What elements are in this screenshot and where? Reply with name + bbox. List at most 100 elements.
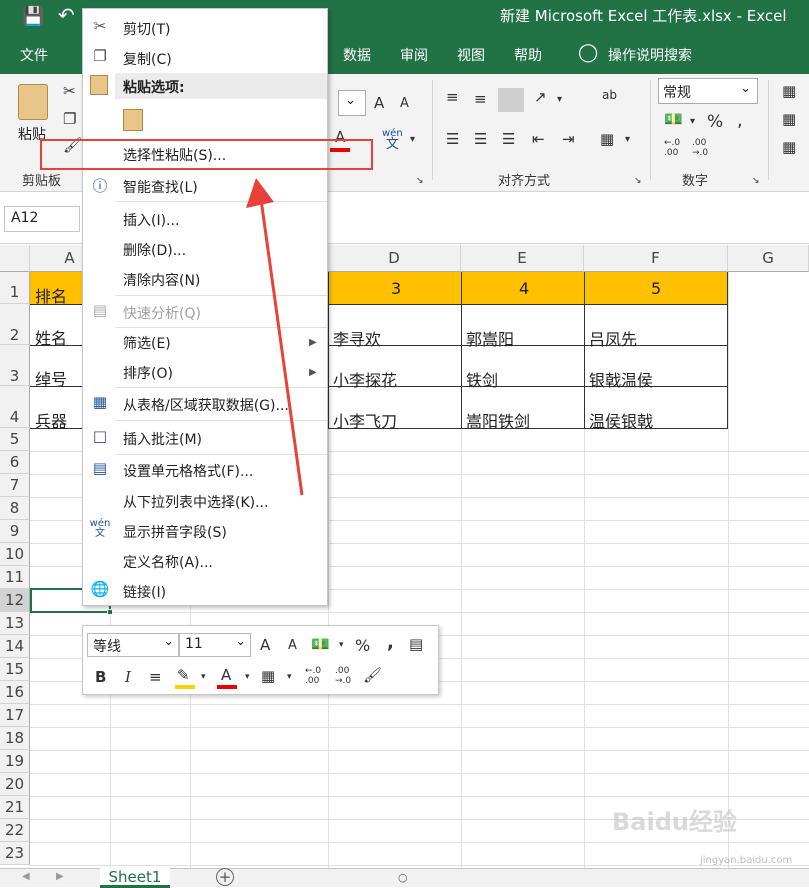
menu-item-insert-comment[interactable]: 插入批注(M) [123,429,202,449]
align-middle-icon[interactable]: ≡ [474,90,487,108]
menu-item-copy[interactable]: 复制(C) [123,49,172,69]
paste-icon[interactable] [18,84,48,120]
save-icon[interactable]: 💾 [22,6,44,27]
align-bottom-icon[interactable] [498,88,524,112]
row-header[interactable]: 12 [0,589,30,612]
menu-item-smart-lookup[interactable]: 智能查找(L) [123,177,198,197]
chevron-down-icon[interactable]: ▾ [625,134,630,145]
menu-file[interactable]: 文件 [20,45,48,65]
row-header[interactable]: 3 [0,345,30,386]
menu-review[interactable]: 审阅 [400,45,428,65]
cell-f1[interactable]: 5 [651,279,661,298]
column-header-d[interactable]: D [328,245,461,272]
conditional-format-icon[interactable]: ▦ [782,82,796,100]
row-header[interactable]: 15 [0,658,30,681]
name-box[interactable]: A12 [4,206,80,232]
menu-item-delete[interactable]: 删除(D)... [123,240,186,260]
copy-icon[interactable]: ❐ [63,110,76,128]
row-header[interactable]: 19 [0,750,30,773]
accounting-format-icon[interactable]: 💵 [311,635,330,653]
cell-d1[interactable]: 3 [391,279,401,298]
font-color-icon[interactable]: A [221,666,231,684]
row-header[interactable]: 23 [0,842,30,865]
menu-item-link[interactable]: 链接(I) [123,582,166,602]
row-header[interactable]: 9 [0,520,30,543]
wrap-text-icon[interactable]: ab [602,88,617,102]
tell-me-search[interactable]: 操作说明搜索 [608,45,692,65]
row-header[interactable]: 14 [0,635,30,658]
fill-color-icon[interactable]: ✎ [177,666,190,684]
chevron-down-icon[interactable]: ▾ [339,640,344,650]
cell-d3[interactable]: 小李探花 [333,367,397,391]
row-header[interactable]: 2 [0,304,30,345]
number-format-dropdown[interactable]: 常规 ⌄ [658,78,758,104]
row-header[interactable]: 17 [0,704,30,727]
cell-e4[interactable]: 嵩阳铁剑 [466,408,530,432]
cell-d2[interactable]: 李寻欢 [333,326,381,350]
cell-f4[interactable]: 温侯银戟 [589,408,653,432]
decrease-indent-icon[interactable]: ⇤ [532,130,545,148]
menu-item-cut[interactable]: 剪切(T) [123,19,170,39]
row-header[interactable]: 11 [0,566,30,589]
cell-e2[interactable]: 郭嵩阳 [466,326,514,350]
row-header[interactable]: 13 [0,612,30,635]
menu-item-insert[interactable]: 插入(I)... [123,210,179,230]
cut-icon[interactable]: ✂ [63,82,76,100]
row-header[interactable]: 20 [0,773,30,796]
column-header-f[interactable]: F [584,245,728,272]
phonetic-icon[interactable]: wén 文 [382,128,403,151]
scroll-right-icon[interactable]: ▶ [56,871,64,882]
row-header[interactable]: 16 [0,681,30,704]
cell-e3[interactable]: 铁剑 [466,367,498,391]
cell-f3[interactable]: 银戟温侯 [589,367,653,391]
menu-item-filter[interactable]: 筛选(E) [123,333,171,353]
menu-item-define-name[interactable]: 定义名称(A)... [123,552,213,572]
sheet-tab-sheet1[interactable]: Sheet1 [100,868,170,888]
menu-help[interactable]: 帮助 [514,45,542,65]
row-header[interactable]: 1 [0,272,30,304]
cell-f2[interactable]: 吕凤先 [589,326,637,350]
font-size-dropdown[interactable]: ⌄ [338,90,366,116]
select-all-corner[interactable] [0,245,30,272]
decrease-decimal-icon[interactable]: .00 →.0 [335,666,351,686]
menu-item-format-cells[interactable]: 设置单元格格式(F)... [123,461,253,481]
column-header-e[interactable]: E [461,245,584,272]
comma-style-icon[interactable]: , [387,632,394,653]
dialog-launcher-icon[interactable]: ↘ [416,176,424,186]
accounting-format-icon[interactable]: 💵 [664,110,683,128]
menu-item-phonetic[interactable]: 显示拼音字段(S) [123,522,227,542]
row-header[interactable]: 5 [0,428,30,451]
increase-decimal-icon[interactable]: ←.0 .00 [664,138,680,158]
cell-styles-icon[interactable]: ▦ [782,138,796,156]
chevron-down-icon[interactable]: ▾ [287,672,292,682]
dialog-launcher-icon[interactable]: ↘ [752,176,760,186]
format-painter-icon[interactable]: 🖌 [363,666,382,684]
scroll-handle-icon[interactable]: ○ [398,871,408,884]
menu-data[interactable]: 数据 [343,45,371,65]
row-header[interactable]: 7 [0,474,30,497]
decrease-decimal-icon[interactable]: .00 →.0 [692,138,708,158]
cell-a1[interactable]: 排名 [35,283,67,307]
align-center-icon[interactable]: ≡ [149,668,162,686]
align-center-icon[interactable]: ☰ [474,130,487,148]
percent-icon[interactable]: % [707,112,723,132]
increase-font-icon[interactable]: A [374,94,384,112]
row-header[interactable]: 10 [0,543,30,566]
borders-icon[interactable]: ▦ [261,667,275,685]
paste-option-icon[interactable] [123,109,143,131]
orientation-icon[interactable]: ↗ [534,88,547,106]
decrease-font-icon[interactable]: A [400,96,409,111]
row-header[interactable]: 8 [0,497,30,520]
row-header[interactable]: 6 [0,451,30,474]
menu-view[interactable]: 视图 [457,45,485,65]
lightbulb-icon[interactable]: ◯ [578,42,598,63]
menu-item-sort[interactable]: 排序(O) [123,363,173,383]
column-header-g[interactable]: G [728,245,809,272]
comma-style-icon[interactable]: , [737,110,743,131]
cell-a3[interactable]: 绰号 [35,366,67,390]
percent-icon[interactable]: % [355,636,370,655]
decrease-font-icon[interactable]: A [288,638,297,653]
chevron-down-icon[interactable]: ▾ [557,94,562,105]
format-table-icon[interactable]: ▦ [782,110,796,128]
chevron-down-icon[interactable]: ▾ [410,134,415,145]
